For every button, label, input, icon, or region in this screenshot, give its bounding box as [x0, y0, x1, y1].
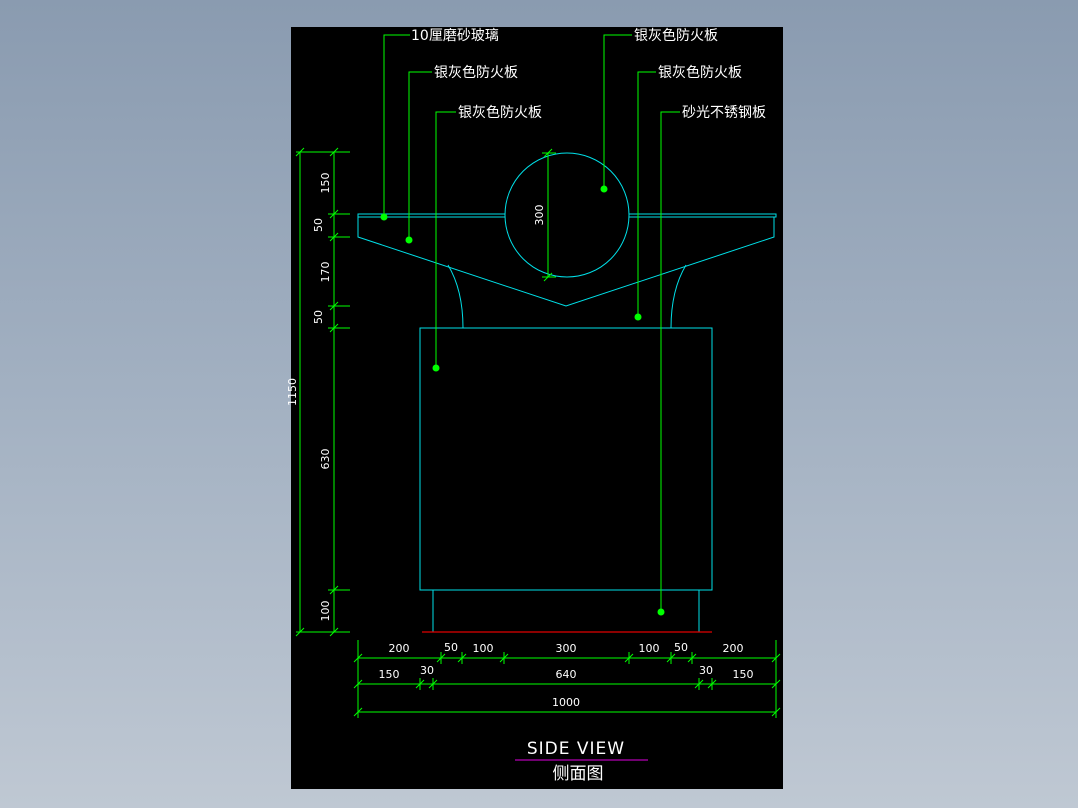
vdim-170: 170 [319, 262, 332, 283]
callout-dot [432, 364, 440, 372]
hdim-640: 640 [556, 668, 577, 681]
callout-fireboard-2: 银灰色防火板 [458, 104, 542, 121]
right-neck-curve [670, 264, 687, 329]
callout-dot [380, 213, 388, 221]
title-chinese: 侧面图 [553, 764, 604, 784]
callout-dot [657, 608, 665, 616]
hdim-200-right: 200 [723, 642, 744, 655]
object-outline [357, 152, 777, 632]
hdim-150-right: 150 [733, 668, 754, 681]
hdim-150-left: 150 [379, 668, 400, 681]
hdim-50-right: 50 [674, 641, 688, 654]
hdim-300: 300 [556, 642, 577, 655]
hdim-30-left: 30 [420, 664, 434, 677]
hdim-100-left: 100 [473, 642, 494, 655]
vdim-630: 630 [319, 449, 332, 470]
hdim-total-1000: 1000 [552, 696, 580, 709]
vdim-total-1150: 1150 [286, 378, 299, 406]
callout-fireboard-4: 银灰色防火板 [658, 64, 742, 81]
callout-frosted-glass: 10厘磨砂玻璃 [411, 27, 499, 44]
cabinet-body [419, 327, 713, 591]
display-circle [504, 152, 630, 278]
title-english: SIDE VIEW [527, 739, 625, 759]
hdim-30-right: 30 [699, 664, 713, 677]
vdim-50-top: 50 [312, 218, 325, 232]
callout-stainless-steel: 砂光不锈钢板 [682, 105, 766, 121]
hdim-100-right: 100 [639, 642, 660, 655]
cad-drawing: 10厘磨砂玻璃 银灰色防火板 银灰色防火板 银灰色防火板 银灰色防火板 砂光不锈… [286, 27, 781, 784]
hdim-200-left: 200 [389, 642, 410, 655]
callout-leaders [383, 34, 680, 612]
callout-fireboard-1: 银灰色防火板 [434, 64, 518, 81]
callout-dot [405, 236, 413, 244]
callout-dot [634, 313, 642, 321]
left-neck-curve [447, 264, 464, 329]
hdim-50-left: 50 [444, 641, 458, 654]
callout-fireboard-3: 银灰色防火板 [634, 27, 718, 44]
callout-dot [600, 185, 608, 193]
vdim-circle-300: 300 [533, 205, 546, 226]
vdim-150: 150 [319, 173, 332, 194]
vdim-50-mid: 50 [312, 310, 325, 324]
vdim-100: 100 [319, 601, 332, 622]
